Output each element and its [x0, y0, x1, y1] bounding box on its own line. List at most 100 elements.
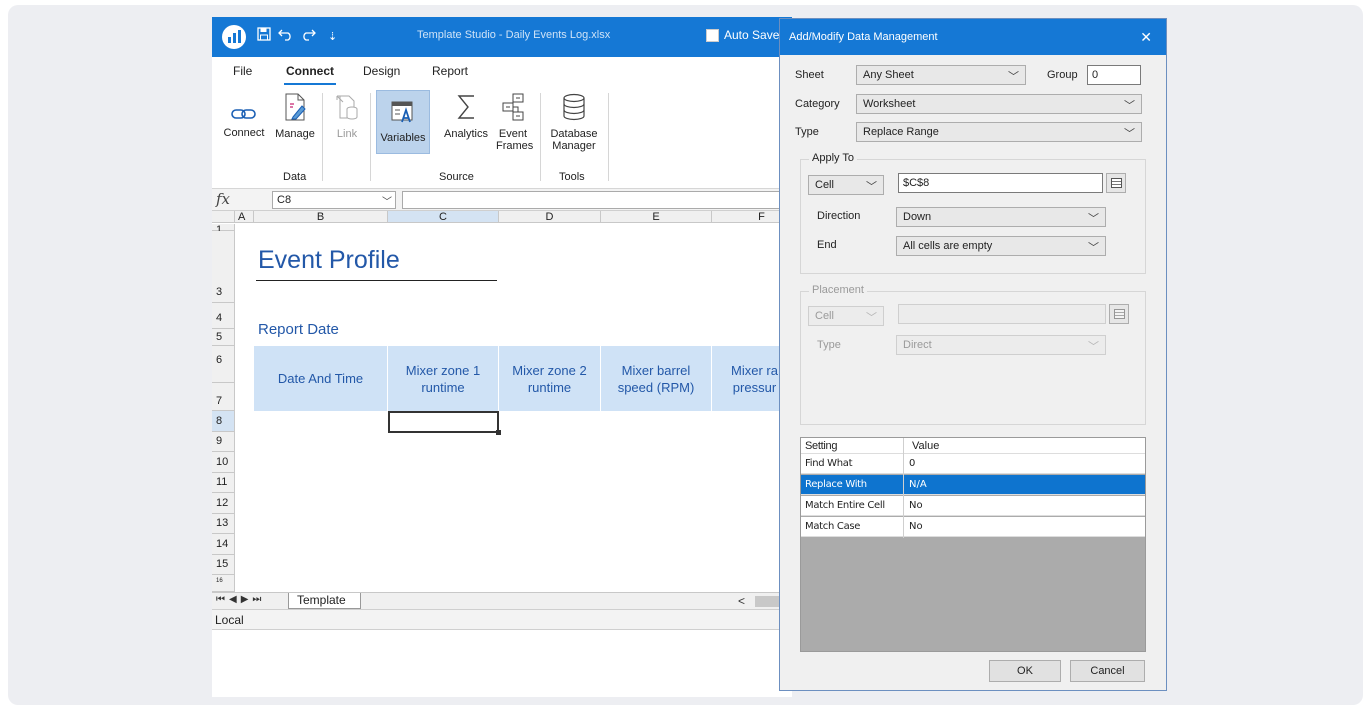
category-select[interactable]: Worksheet ﹀	[856, 94, 1142, 114]
setting-name: Replace With	[805, 479, 867, 490]
apply-to-range-value: $C$8	[903, 177, 930, 189]
settings-row-replace-with[interactable]: Replace With N/A	[801, 475, 1145, 495]
row-header[interactable]: 12	[212, 493, 235, 514]
menu-file[interactable]: File	[233, 64, 252, 78]
setting-value[interactable]: N/A	[909, 479, 927, 490]
column-header-d[interactable]: D	[499, 211, 601, 223]
settings-row-find-what[interactable]: Find What 0	[801, 454, 1145, 474]
autosave-checkbox[interactable]	[706, 28, 719, 42]
report-date-label[interactable]: Report Date	[258, 321, 339, 338]
sheet-tab-template[interactable]: Template	[288, 593, 361, 609]
apply-to-scope-select[interactable]: Cell ﹀	[808, 175, 884, 195]
row-header[interactable]: 15	[212, 555, 235, 575]
range-picker-icon[interactable]	[1106, 173, 1126, 193]
setting-value[interactable]: No	[909, 500, 923, 511]
row-header[interactable]: 1	[212, 224, 235, 236]
chevron-down-icon: ﹀	[866, 312, 877, 324]
row-header[interactable]: 13	[212, 514, 235, 534]
type-label: Type	[795, 126, 819, 138]
connect-button[interactable]: Connect	[222, 107, 266, 139]
row-header[interactable]: 9	[212, 432, 235, 452]
row-header[interactable]: 16	[212, 575, 235, 592]
row-header[interactable]: 7	[212, 383, 235, 411]
column-header-a[interactable]: A	[235, 211, 254, 223]
menu-design[interactable]: Design	[363, 64, 400, 78]
row-header[interactable]: 5	[212, 329, 235, 346]
close-icon[interactable]: ✕	[1140, 29, 1152, 46]
header-cell-mixer-zone-1[interactable]: Mixer zone 1 runtime	[388, 346, 499, 411]
setting-value[interactable]: 0	[909, 458, 915, 469]
direction-select-value: Down	[903, 211, 932, 223]
fill-handle[interactable]	[496, 430, 501, 435]
redo-icon[interactable]	[300, 27, 316, 46]
header-cell-date-and-time[interactable]: Date And Time	[254, 346, 388, 411]
spreadsheet-grid[interactable]: A B C D E F 1 2 3 4 5 6 7 8 9 10 11 12 1…	[212, 211, 792, 592]
sheet-select-value: Any Sheet	[863, 69, 914, 81]
status-text: Local	[215, 613, 244, 627]
header-cell-mixer-zone-2[interactable]: Mixer zone 2 runtime	[499, 346, 601, 411]
row-header[interactable]: 10	[212, 452, 235, 473]
settings-column-value[interactable]: Value	[912, 440, 939, 452]
status-bar: Local	[212, 609, 792, 630]
formula-input[interactable]	[402, 191, 792, 209]
header-text: speed (RPM)	[617, 379, 695, 395]
column-header-b[interactable]: B	[254, 211, 388, 223]
placement-type-select[interactable]: Direct ﹀	[896, 335, 1106, 355]
settings-row-match-case[interactable]: Match Case No	[801, 517, 1145, 537]
row-header[interactable]: 3	[212, 283, 235, 303]
apply-to-range-input[interactable]: $C$8	[898, 173, 1103, 193]
link-button[interactable]: Link	[330, 92, 364, 140]
settings-column-setting[interactable]: Setting	[805, 440, 837, 452]
header-text: Mixer zone 2	[512, 362, 587, 378]
row-header[interactable]: 8	[212, 411, 235, 432]
header-cell-mixer-barrel-speed[interactable]: Mixer barrel speed (RPM)	[601, 346, 712, 411]
sheet-nav-arrows[interactable]: ⏮◀▶⏭	[216, 594, 265, 605]
row-header[interactable]: 4	[212, 303, 235, 329]
quick-access-dropdown-icon[interactable]: ⇣	[328, 28, 337, 46]
active-cell-c8[interactable]	[388, 411, 501, 435]
row-header[interactable]: 6	[212, 346, 235, 383]
database-manager-button[interactable]: Database Manager	[546, 92, 602, 152]
autosave-label: Auto Save	[724, 28, 780, 42]
direction-select[interactable]: Down ﹀	[896, 207, 1106, 227]
type-select-value: Replace Range	[863, 126, 939, 138]
cancel-button[interactable]: Cancel	[1070, 660, 1145, 682]
scroll-left-icon[interactable]: <	[738, 594, 745, 608]
sheet-title-event-profile[interactable]: Event Profile	[258, 246, 400, 275]
chevron-down-icon[interactable]: ﹀	[382, 193, 392, 208]
type-select[interactable]: Replace Range ﹀	[856, 122, 1142, 142]
sheet-select[interactable]: Any Sheet ﹀	[856, 65, 1026, 85]
name-box[interactable]: C8 ﹀	[272, 191, 396, 209]
menu-connect[interactable]: Connect	[286, 64, 334, 78]
event-frames-button[interactable]: Event Frames	[496, 92, 533, 152]
settings-grid[interactable]: Setting Value Find What 0 Replace With N…	[800, 437, 1146, 652]
header-text: Mixer barrel	[621, 362, 691, 378]
range-picker-icon[interactable]	[1109, 304, 1129, 324]
placement-type-label: Type	[817, 339, 841, 351]
select-all-corner[interactable]	[212, 211, 235, 223]
placement-scope-select[interactable]: Cell ﹀	[808, 306, 884, 326]
group-label-source: Source	[439, 171, 474, 183]
placement-scope-value: Cell	[815, 310, 834, 322]
variables-button[interactable]: Variables	[376, 90, 430, 154]
autosave-toggle[interactable]: Auto Save	[706, 28, 779, 42]
column-header-c[interactable]: C	[388, 211, 499, 223]
placement-range-input[interactable]	[898, 304, 1106, 324]
ok-button[interactable]: OK	[989, 660, 1061, 682]
settings-row-match-entire-cell[interactable]: Match Entire Cell No	[801, 496, 1145, 516]
end-select[interactable]: All cells are empty ﹀	[896, 236, 1106, 256]
ribbon: Connect Manage Link Variables Analytics …	[212, 87, 792, 189]
analytics-button[interactable]: Analytics	[442, 92, 490, 140]
column-header-e[interactable]: E	[601, 211, 712, 223]
menu-report[interactable]: Report	[432, 64, 468, 78]
group-input[interactable]: 0	[1087, 65, 1141, 85]
undo-icon[interactable]	[278, 27, 294, 46]
save-icon[interactable]	[257, 27, 271, 46]
setting-value[interactable]: No	[909, 521, 923, 532]
name-box-value: C8	[277, 194, 292, 206]
ribbon-separator	[370, 93, 371, 181]
row-header[interactable]: 14	[212, 534, 235, 555]
manage-button[interactable]: Manage	[272, 92, 318, 140]
data-management-dialog: Add/Modify Data Management ✕ Sheet Any S…	[779, 18, 1167, 691]
row-header[interactable]: 11	[212, 473, 235, 493]
